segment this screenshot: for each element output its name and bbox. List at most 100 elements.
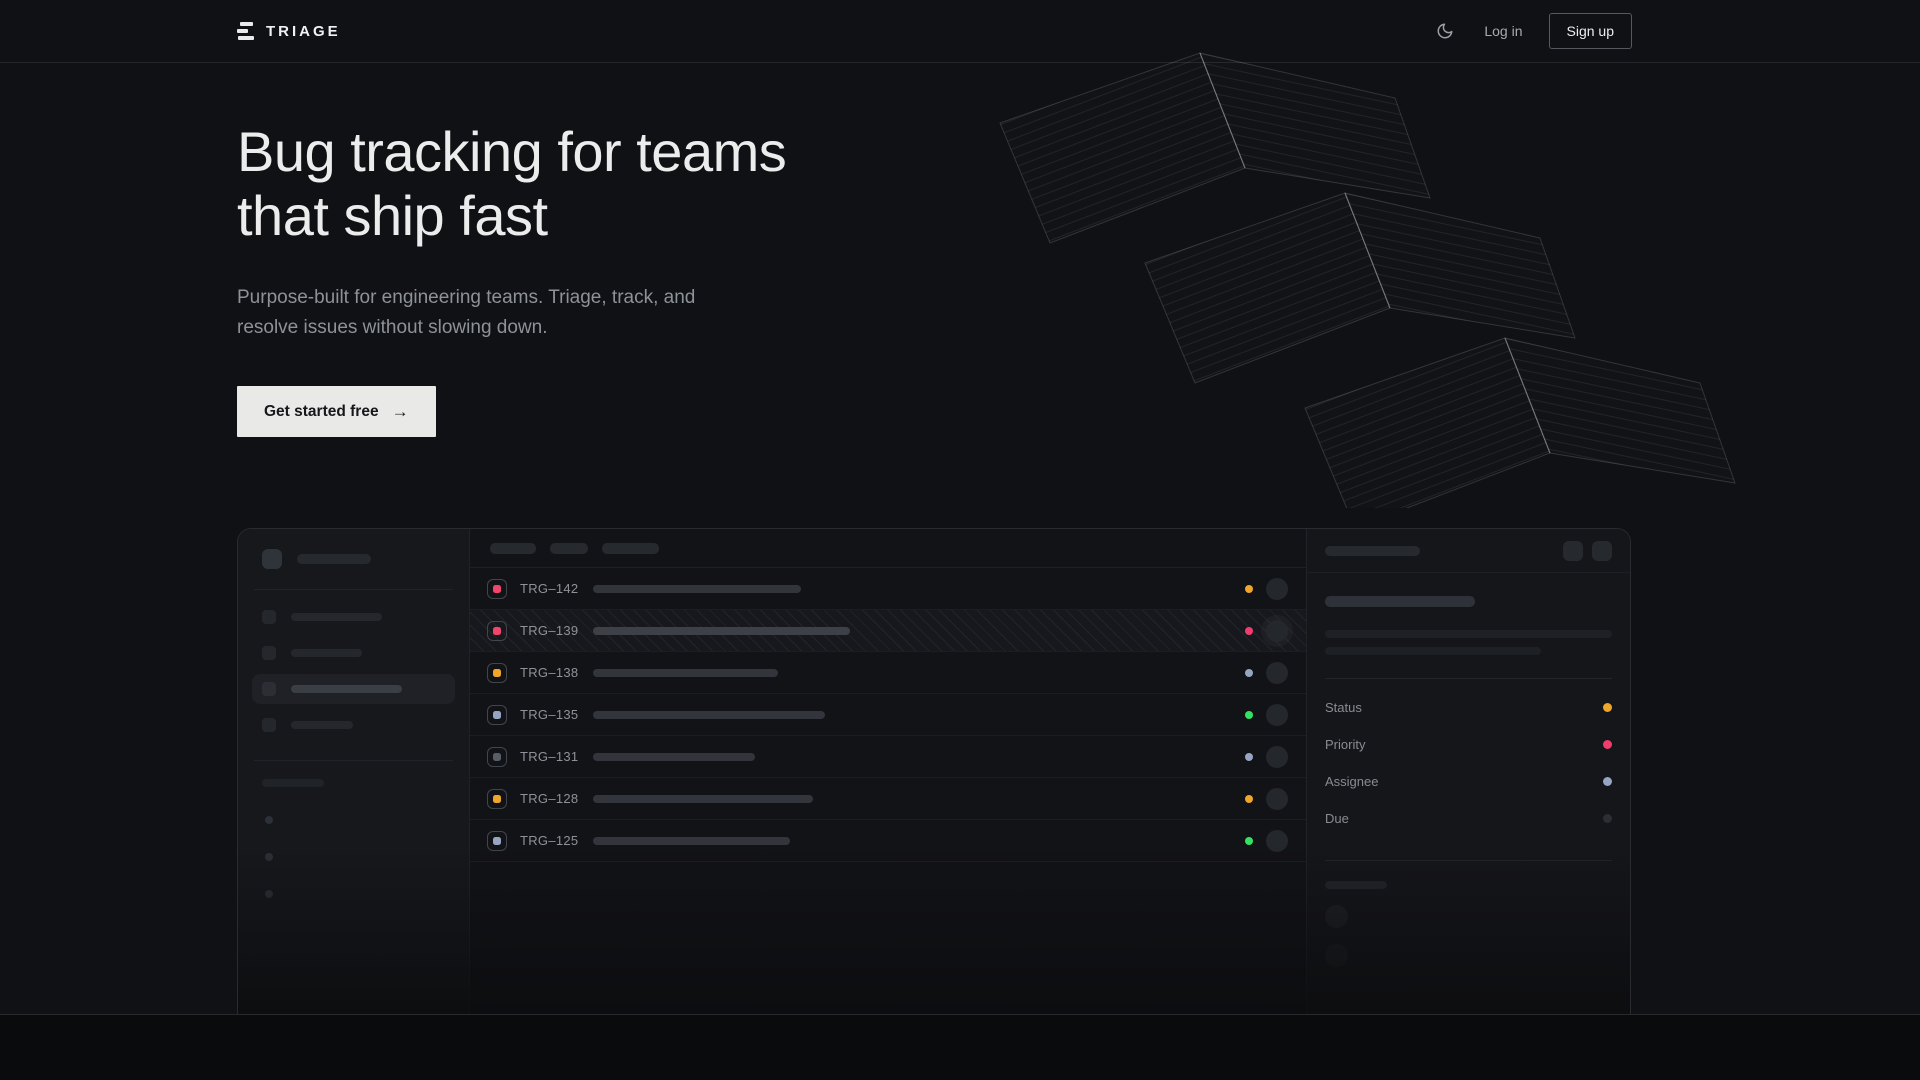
issue-assignee-avatar [1266,578,1288,600]
top-nav: TRIAGE Log in Sign up [0,0,1920,63]
sidebar-dot [265,853,273,861]
property-value-dot [1603,740,1612,749]
hero-section: Bug tracking for teams that ship fast Pu… [237,63,1037,437]
issue-title-skeleton [593,669,778,677]
issue-row: TRG–131 [470,736,1306,778]
issue-title-skeleton [593,837,790,845]
issue-type-icon [487,789,507,809]
issue-title-skeleton [1325,596,1475,607]
signup-button[interactable]: Sign up [1549,13,1632,49]
sidebar-nav-item [252,710,455,740]
issue-status-dot [1245,585,1253,593]
issue-status-dot [1245,669,1253,677]
issue-status-dot [1245,753,1253,761]
issue-status-dot [1245,837,1253,845]
issue-status-dot [1245,711,1253,719]
issue-type-icon [487,705,507,725]
mockup-detail-panel: Status Priority Assignee Due [1306,529,1630,1014]
sidebar-divider [254,589,453,590]
property-row: Status [1325,689,1612,726]
brand-logo[interactable]: TRIAGE [237,22,341,40]
list-tab-skeleton [490,543,536,554]
decorative-wireframe-graphic [985,48,1755,508]
triage-logo-icon [237,22,254,40]
issue-row: TRG–142 [470,568,1306,610]
comment-avatar [1325,944,1348,967]
hero-title: Bug tracking for teams that ship fast [237,120,1037,248]
issue-row: TRG–128 [470,778,1306,820]
detail-divider [1325,860,1612,861]
issue-title-skeleton [593,711,825,719]
app-preview-mockup: TRG–142 TRG–139 TRG–138 TRG–135 TRG–131 [237,528,1631,1014]
issue-row: TRG–139 [470,610,1306,652]
property-list: Status Priority Assignee Due [1325,689,1612,837]
issue-title-skeleton [593,753,755,761]
issue-assignee-avatar [1266,704,1288,726]
login-link[interactable]: Log in [1484,23,1522,39]
hero-subtitle: Purpose-built for engineering teams. Tri… [237,283,1037,344]
nav-actions: Log in Sign up [1432,13,1632,49]
issue-id: TRG–125 [520,833,580,848]
property-value-dot [1603,703,1612,712]
detail-panel-body: Status Priority Assignee Due [1307,573,1630,967]
list-tab-skeleton [602,543,659,554]
comment-avatar [1325,905,1348,928]
brand-name: TRIAGE [266,23,341,40]
property-value-dot [1603,814,1612,823]
footer-band [0,1014,1920,1080]
sidebar-dot [265,816,273,824]
issue-id: TRG–139 [520,623,580,638]
wireframe-fold-2 [1145,193,1575,383]
property-label: Assignee [1325,774,1378,789]
issue-assignee-avatar [1266,788,1288,810]
moon-icon [1436,22,1454,40]
sidebar-nav-item-active [252,674,455,704]
property-row: Priority [1325,726,1612,763]
mockup-sidebar [238,529,470,1014]
issue-title-skeleton [593,585,801,593]
issue-type-icon [487,747,507,767]
issue-assignee-avatar [1266,620,1288,642]
sidebar-divider [254,760,453,761]
workspace-name-skeleton [297,554,371,564]
get-started-button[interactable]: Get started free → [237,386,436,437]
sidebar-section-skeleton [262,779,324,787]
sidebar-nav-item [252,638,455,668]
detail-title-skeleton [1325,546,1420,556]
issue-id: TRG–135 [520,707,580,722]
cta-label: Get started free [264,403,379,421]
issue-type-icon [487,579,507,599]
wireframe-fold-1 [1000,53,1430,243]
issue-type-icon [487,831,507,851]
issue-list-rows: TRG–142 TRG–139 TRG–138 TRG–135 TRG–131 [470,568,1306,862]
workspace-icon [262,549,282,569]
sidebar-nav-item [252,602,455,632]
mockup-issue-list: TRG–142 TRG–139 TRG–138 TRG–135 TRG–131 [470,529,1306,1014]
wireframe-fold-3 [1305,338,1735,508]
arrow-right-icon: → [392,402,409,422]
issue-assignee-avatar [1266,830,1288,852]
issue-id: TRG–131 [520,749,580,764]
property-row: Due [1325,800,1612,837]
issue-id: TRG–128 [520,791,580,806]
theme-toggle-button[interactable] [1432,18,1458,44]
comments-section-skeleton [1325,881,1387,889]
issue-id: TRG–138 [520,665,580,680]
issue-row: TRG–135 [470,694,1306,736]
issue-title-skeleton [593,627,850,635]
property-label: Priority [1325,737,1365,752]
property-label: Due [1325,811,1349,826]
issue-list-header [470,529,1306,568]
list-tab-skeleton [550,543,588,554]
detail-panel-header [1307,529,1630,573]
sidebar-dot [265,890,273,898]
property-label: Status [1325,700,1362,715]
issue-description-skeleton [1325,630,1612,638]
issue-status-dot [1245,795,1253,803]
detail-divider [1325,678,1612,679]
detail-action-icon [1592,541,1612,561]
issue-type-icon [487,621,507,641]
issue-type-icon [487,663,507,683]
issue-assignee-avatar [1266,662,1288,684]
issue-assignee-avatar [1266,746,1288,768]
